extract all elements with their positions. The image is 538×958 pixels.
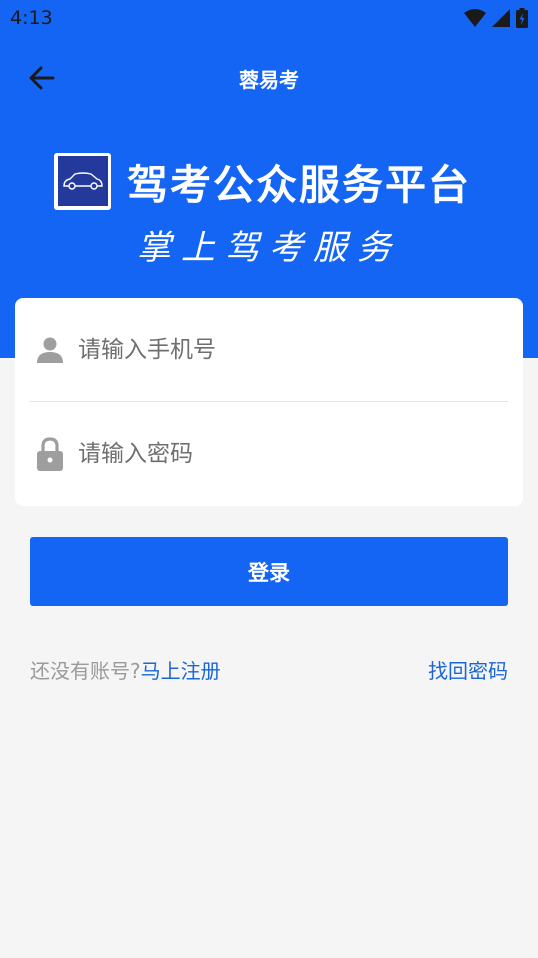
status-time: 4:13 xyxy=(10,7,53,29)
user-icon xyxy=(32,332,68,368)
phone-field xyxy=(30,298,508,402)
logo-title: 驾考公众服务平台 xyxy=(127,161,471,209)
wifi-icon xyxy=(464,9,486,27)
slogan: 掌上驾考服务 xyxy=(137,228,401,268)
password-field xyxy=(30,402,508,506)
footer-links: 还没有账号?马上注册 找回密码 xyxy=(30,655,508,685)
signal-icon xyxy=(492,9,510,27)
platform-logo: 驾考公众服务平台 xyxy=(54,152,471,210)
login-button[interactable]: 登录 xyxy=(30,537,508,606)
login-card xyxy=(15,298,523,506)
status-icons xyxy=(464,8,528,28)
phone-input[interactable] xyxy=(78,337,508,363)
register-link[interactable]: 马上注册 xyxy=(141,659,221,683)
lock-icon xyxy=(32,436,68,472)
status-bar: 4:13 xyxy=(0,0,538,36)
car-logo-icon xyxy=(57,156,108,206)
logo-badge xyxy=(54,152,111,210)
battery-icon xyxy=(516,8,528,28)
no-account-text: 还没有账号? xyxy=(30,659,141,683)
app-bar: 蓉易考 xyxy=(0,44,538,112)
page-title: 蓉易考 xyxy=(239,68,299,92)
password-input[interactable] xyxy=(78,441,508,467)
forgot-password-link[interactable]: 找回密码 xyxy=(428,655,508,684)
no-account-prompt: 还没有账号?马上注册 xyxy=(30,655,221,684)
